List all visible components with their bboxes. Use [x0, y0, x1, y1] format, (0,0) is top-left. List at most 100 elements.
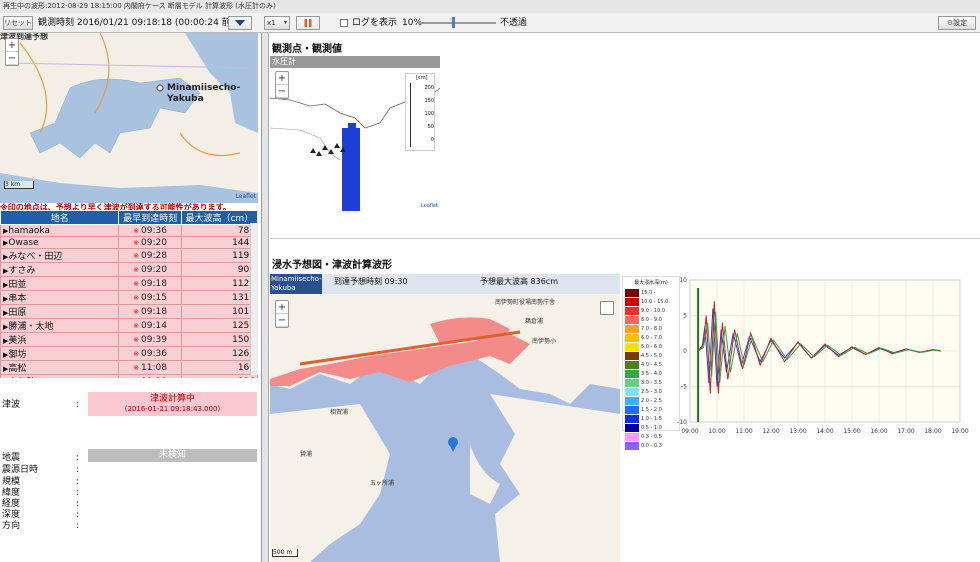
station-name-text: 勝浦・太地: [8, 322, 54, 332]
table-row[interactable]: ▶すさみ ※ 09:20 902: [0, 262, 259, 277]
arrival-time: ※ 09:36: [118, 346, 182, 361]
fullscreen-icon[interactable]: [600, 301, 614, 315]
inundation-zoom[interactable]: + −: [275, 300, 289, 328]
table-row[interactable]: ▶勝浦・太地 ※ 09:14 1250: [0, 318, 259, 333]
table-row[interactable]: ▶美浜 ※ 09:39 1506: [0, 332, 259, 347]
legend-swatch: [625, 369, 639, 378]
table-scrollbar[interactable]: [250, 223, 258, 375]
opacity-slider-handle[interactable]: [452, 17, 455, 28]
legend-swatch: [625, 351, 639, 360]
station-table: 地名 最早到達時刻 最大波高（cm） ▶hamaoka ※ 09:36 786 ▶Owa…: [0, 210, 259, 379]
observation-time: 観測時刻 2016/01/21 09:18:18 (00:00:24 前): [38, 18, 235, 28]
table-row[interactable]: ▶高松 ※ 11:08 169: [0, 360, 259, 375]
map-label-school: 南伊勢小: [532, 338, 557, 345]
legend-label: 2.5 - 3.0: [641, 388, 662, 395]
arrival-time: ※ 09:18: [118, 304, 182, 319]
max-height: 1506: [180, 332, 259, 347]
observation-title: 観測点・観測値: [272, 44, 342, 55]
table-row[interactable]: ▶串本 ※ 09:15 1315: [0, 290, 259, 305]
max-height: 902: [180, 262, 259, 277]
legend-row: 6.0 - 7.0: [625, 333, 677, 342]
table-row[interactable]: ▶Owase ※ 09:20 1443: [0, 236, 259, 249]
legend-row: 7.0 - 8.0: [625, 324, 677, 333]
station-name-text: 田並: [8, 280, 27, 290]
pause-icon: [304, 19, 312, 27]
left-map-zoom[interactable]: + −: [5, 38, 19, 66]
max-height: 1315: [180, 290, 259, 305]
opacity-slider[interactable]: [420, 17, 496, 28]
table-row[interactable]: ▶hamaoka ※ 09:36 786: [0, 224, 259, 237]
dropdown-button[interactable]: [228, 16, 252, 30]
pane-splitter[interactable]: [262, 33, 269, 562]
station-name: ▶御坊: [0, 346, 120, 361]
table-row[interactable]: ▶田並 ※ 09:18 1122: [0, 276, 259, 291]
table-row[interactable]: ▶南伊勢※09:30836: [0, 374, 259, 379]
arrival-time-text: 09:36: [141, 348, 167, 359]
legend-row: 15.0 -: [625, 288, 677, 297]
arrival-time-text: 09:20: [141, 264, 167, 275]
dropdown-arrow-icon: ▾: [283, 19, 287, 26]
legend-swatch: [625, 315, 639, 324]
observation-attribution[interactable]: Leaflet: [421, 203, 438, 209]
legend-label: 3.5 - 4.0: [641, 370, 662, 377]
gauge-scale: [cm] 200 150 100 50 0: [405, 73, 435, 151]
station-table-wrapper[interactable]: 地名 最早到達時刻 最大波高（cm） ▶hamaoka ※ 09:36 786 ▶Owa…: [0, 210, 262, 378]
legend-row: 9.0 - 10.0: [625, 306, 677, 315]
legend-row: 5.0 - 6.0: [625, 342, 677, 351]
zoom-in-button[interactable]: +: [6, 39, 18, 52]
legend-swatch: [625, 342, 639, 351]
max-height: 1196: [180, 248, 259, 263]
x-tick-label: 11:00: [735, 428, 752, 435]
calc-status-box: 津波計算中 (2016-01-21 09:18:43.000): [88, 392, 257, 416]
legend-label: 0.3 - 0.5: [641, 433, 662, 440]
inundation-map[interactable]: Minamiisecho-Yakuba 到達予想時刻 09:30 予想最大波高 …: [270, 274, 620, 562]
zoom-in-button[interactable]: +: [276, 72, 288, 85]
col-arrival[interactable]: 最早到達時刻: [118, 210, 182, 225]
calc-time: (2016-01-21 09:18:43.000): [124, 405, 221, 413]
arrival-time-text: 11:08: [141, 362, 167, 373]
col-height[interactable]: 最大波高（cm）: [180, 210, 259, 225]
legend-label: 7.0 - 8.0: [641, 325, 662, 332]
asterisk-icon: ※: [133, 378, 139, 379]
map-attribution[interactable]: Leaflet: [236, 193, 256, 200]
observation-map-zoom[interactable]: + −: [275, 71, 289, 99]
map-label-5: 五ヶ所浦: [370, 480, 395, 487]
col-name[interactable]: 地名: [0, 210, 120, 225]
arrival-map[interactable]: 津波到達予想 + − Minamiisecho-Yakuba 3 km Leafl…: [0, 33, 258, 203]
legend-label: 0.5 - 1.0: [641, 424, 662, 431]
zoom-in-button[interactable]: +: [276, 301, 288, 314]
legend-swatch: [625, 387, 639, 396]
window-title: 再生中の波形:2012-08-29 18:15:00 内閣府ケース 断層モデル …: [0, 0, 980, 13]
calc-status: 津波計算中: [149, 394, 195, 404]
legend-row: 2.0 - 2.5: [625, 396, 677, 405]
reset-button[interactable]: リセット: [3, 16, 33, 30]
arrival-time-text: 09:15: [141, 292, 167, 303]
inundation-title: 浸水予想図・津波計算波形: [272, 260, 392, 271]
place-label: Minamiisecho-Yakuba: [167, 83, 241, 104]
table-row[interactable]: ▶御坊 ※ 09:36 1263: [0, 346, 259, 361]
zoom-out-button[interactable]: −: [276, 314, 288, 327]
legend-swatch: [625, 378, 639, 387]
tsunami-label: 津波: [2, 400, 21, 410]
table-row[interactable]: ▶田原 ※ 09:18 1018: [0, 304, 259, 319]
legend-label: 8.0 - 9.0: [641, 316, 662, 323]
legend-row: 4.5 - 5.0: [625, 351, 677, 360]
settings-button[interactable]: ⚙設定: [938, 16, 976, 30]
arrival-time-text: 09:39: [141, 334, 167, 345]
table-row[interactable]: ▶みなべ・田辺 ※ 09:28 1196: [0, 248, 259, 263]
station-name: ▶田並: [0, 276, 120, 291]
max-height: 1443: [180, 236, 259, 249]
observation-map[interactable]: 水圧計 + − [cm] 200 150 100 50 0 Leaflet: [270, 56, 440, 211]
arrival-time-text: 09:20: [141, 237, 167, 248]
zoom-out-button[interactable]: −: [276, 85, 288, 98]
arrival-time-text: 09:14: [141, 320, 167, 331]
legend-label: 10.0 - 15.0: [641, 298, 669, 305]
speed-select[interactable]: x1 ▾: [264, 16, 290, 30]
inundation-header: Minamiisecho-Yakuba 到達予想時刻 09:30 予想最大波高 …: [270, 274, 620, 294]
arrival-time: ※ 09:28: [118, 248, 182, 263]
asterisk-icon: ※: [133, 226, 140, 235]
pause-button[interactable]: [296, 16, 320, 30]
zoom-out-button[interactable]: −: [6, 52, 18, 65]
log-checkbox[interactable]: [340, 19, 348, 27]
map-label-1: 相賀浦: [330, 409, 349, 416]
